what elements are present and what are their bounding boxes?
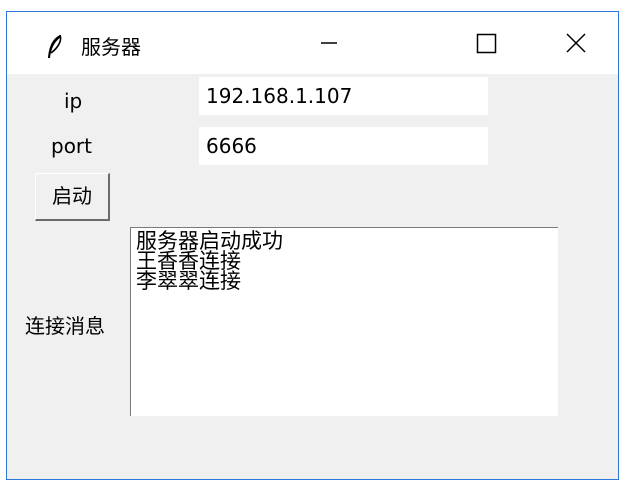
messages-label: 连接消息: [25, 314, 105, 338]
server-window: 服务器 ip 192.168.1.107 port 6666 启动 连接消息 服…: [6, 11, 619, 480]
title-bar[interactable]: 服务器: [7, 12, 618, 74]
ip-input[interactable]: 192.168.1.107: [199, 77, 488, 115]
feather-icon: [45, 34, 65, 60]
minimize-icon: [321, 42, 337, 44]
window-title: 服务器: [81, 35, 141, 59]
port-label: port: [51, 134, 92, 158]
maximize-button[interactable]: [442, 12, 532, 74]
ip-label: ip: [64, 89, 83, 113]
message-log[interactable]: 服务器启动成功 王香香连接 李翠翠连接: [130, 227, 558, 416]
close-button[interactable]: [544, 12, 618, 74]
port-input[interactable]: 6666: [199, 127, 488, 165]
start-button[interactable]: 启动: [35, 173, 110, 221]
log-line: 王香香连接: [136, 249, 241, 273]
close-icon: [566, 33, 586, 53]
log-line: 李翠翠连接: [136, 269, 241, 293]
log-line: 服务器启动成功: [136, 229, 283, 253]
minimize-button[interactable]: [285, 12, 375, 74]
maximize-icon: [476, 33, 497, 54]
